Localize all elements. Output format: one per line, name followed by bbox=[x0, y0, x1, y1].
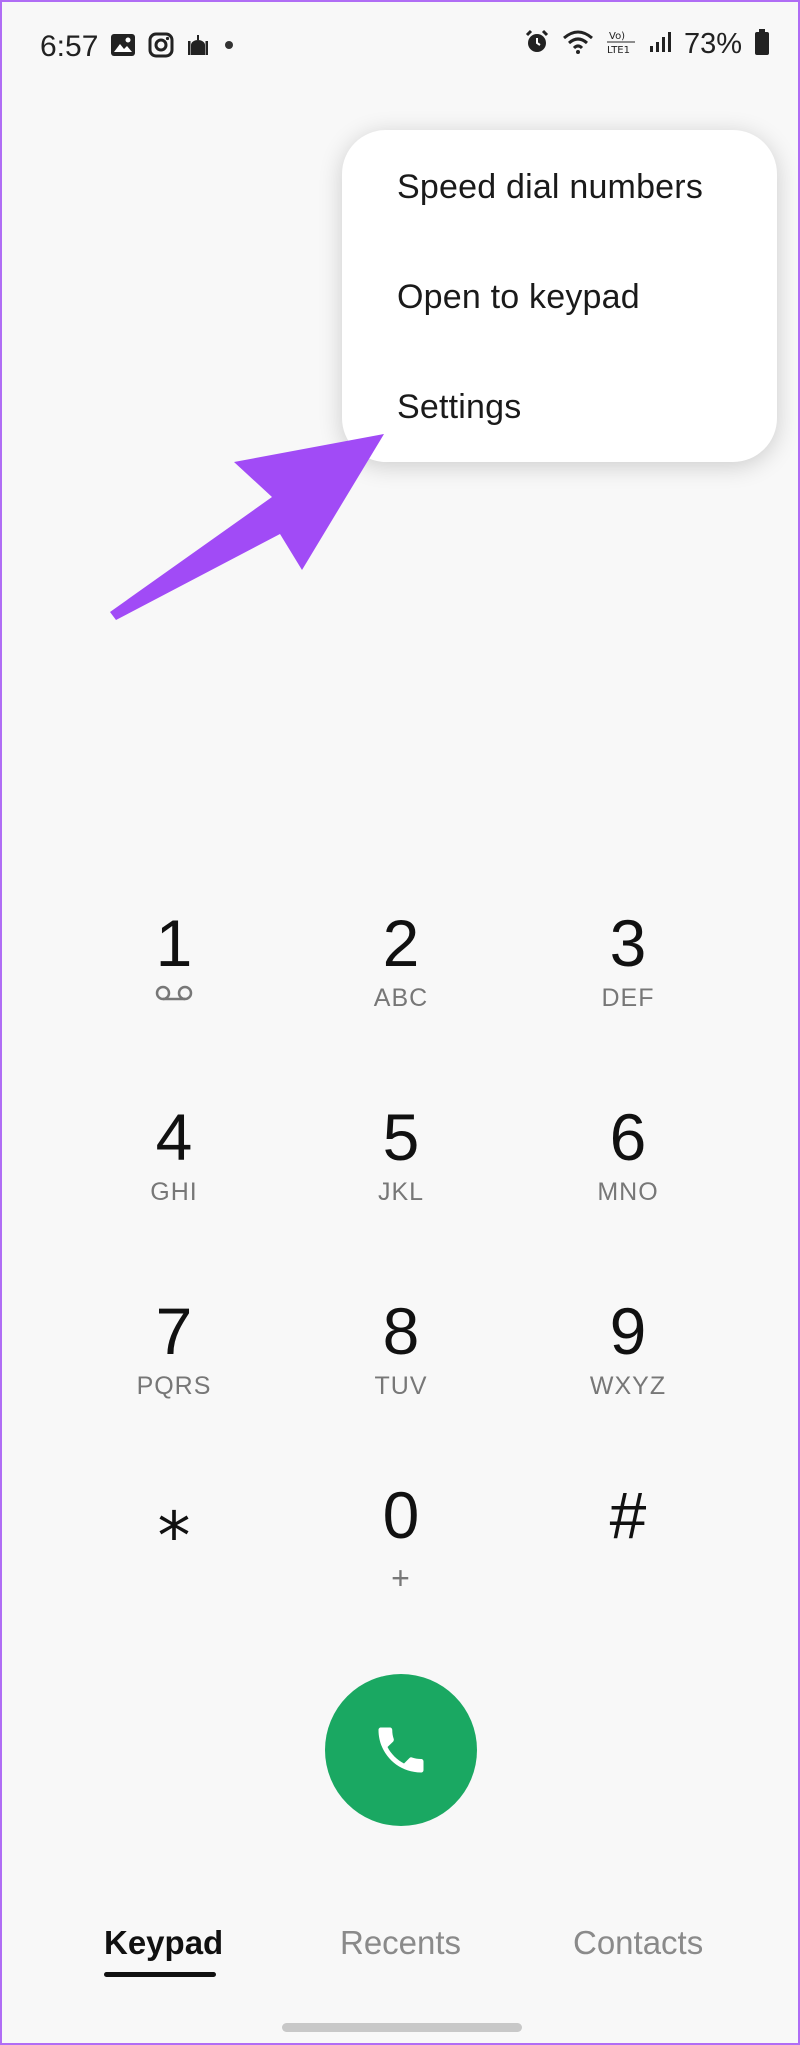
status-left-icons bbox=[110, 32, 236, 63]
voicemail-icon bbox=[155, 985, 193, 1001]
status-right-icons: Vo) LTE1 73% bbox=[524, 28, 770, 61]
tab-keypad[interactable]: Keypad bbox=[104, 1924, 223, 1962]
menu-item-open-to-keypad[interactable]: Open to keypad bbox=[397, 278, 640, 317]
key-star[interactable]: ⁎ bbox=[74, 1482, 274, 1632]
key-1[interactable]: 1 bbox=[74, 910, 274, 1060]
active-tab-indicator bbox=[104, 1972, 216, 1977]
key-digit: 6 bbox=[609, 1100, 647, 1174]
key-digit: 9 bbox=[609, 1294, 647, 1368]
key-digit: 1 bbox=[155, 906, 193, 980]
overflow-menu: Speed dial numbers Open to keypad Settin… bbox=[342, 130, 777, 462]
key-2[interactable]: 2 ABC bbox=[301, 910, 501, 1060]
key-digit: 8 bbox=[382, 1294, 420, 1368]
key-3[interactable]: 3 DEF bbox=[528, 910, 728, 1060]
key-digit: 4 bbox=[155, 1100, 193, 1174]
home-indicator[interactable] bbox=[282, 2023, 522, 2032]
key-digit: # bbox=[609, 1478, 647, 1552]
key-6[interactable]: 6 MNO bbox=[528, 1104, 728, 1254]
key-hash[interactable]: # bbox=[528, 1482, 728, 1632]
key-letters: ABC bbox=[373, 984, 429, 1012]
menu-item-settings[interactable]: Settings bbox=[397, 388, 521, 427]
key-8[interactable]: 8 TUV bbox=[301, 1298, 501, 1448]
key-letters: PQRS bbox=[136, 1372, 212, 1400]
key-digit: 7 bbox=[155, 1294, 193, 1368]
tab-recents[interactable]: Recents bbox=[340, 1924, 461, 1962]
status-bar: 6:57 Vo) LTE1 73% bbox=[2, 2, 798, 98]
key-letters: WXYZ bbox=[589, 1372, 667, 1400]
key-5[interactable]: 5 JKL bbox=[301, 1104, 501, 1254]
key-digit: ⁎ bbox=[157, 1478, 191, 1552]
phone-screen: 6:57 Vo) LTE1 73% Speed dial numbers Ope… bbox=[0, 0, 800, 2045]
key-9[interactable]: 9 WXYZ bbox=[528, 1298, 728, 1448]
instagram-icon bbox=[148, 32, 174, 63]
key-digit: 5 bbox=[382, 1100, 420, 1174]
key-letters: + bbox=[391, 1560, 411, 1596]
key-digit: 0 bbox=[382, 1478, 420, 1552]
wifi-calling-icon bbox=[562, 29, 594, 60]
key-digit: 3 bbox=[609, 906, 647, 980]
svg-text:Vo): Vo) bbox=[609, 31, 625, 42]
key-7[interactable]: 7 PQRS bbox=[74, 1298, 274, 1448]
key-4[interactable]: 4 GHI bbox=[74, 1104, 274, 1254]
gallery-icon bbox=[110, 33, 136, 62]
key-letters: GHI bbox=[150, 1178, 198, 1206]
key-letters: TUV bbox=[374, 1372, 428, 1400]
key-0[interactable]: 0 + bbox=[301, 1482, 501, 1632]
notification-dot-icon bbox=[222, 38, 236, 57]
key-letters: MNO bbox=[597, 1178, 659, 1206]
battery-percent: 73% bbox=[683, 28, 742, 60]
mosque-icon bbox=[186, 33, 210, 62]
battery-icon bbox=[754, 28, 770, 61]
phone-icon bbox=[378, 1727, 424, 1773]
tab-contacts[interactable]: Contacts bbox=[573, 1924, 703, 1962]
volte-icon: Vo) LTE1 bbox=[606, 28, 636, 61]
key-letters: DEF bbox=[601, 984, 655, 1012]
menu-item-speed-dial[interactable]: Speed dial numbers bbox=[397, 168, 703, 207]
call-button[interactable] bbox=[325, 1674, 477, 1826]
svg-text:LTE1: LTE1 bbox=[607, 45, 630, 56]
alarm-icon bbox=[524, 29, 550, 60]
key-letters: JKL bbox=[377, 1178, 425, 1206]
annotation-arrow-icon bbox=[110, 434, 384, 620]
signal-icon bbox=[648, 30, 672, 59]
status-time: 6:57 bbox=[40, 30, 99, 63]
key-digit: 2 bbox=[382, 906, 420, 980]
